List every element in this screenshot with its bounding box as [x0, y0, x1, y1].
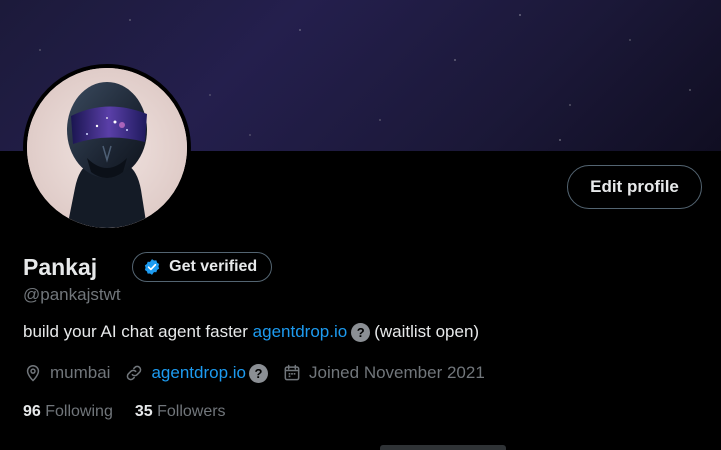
- followers-label: Followers: [157, 403, 226, 420]
- display-name: Pankaj: [23, 253, 98, 280]
- bio-link[interactable]: agentdrop.io: [253, 322, 348, 342]
- avatar-image: [27, 68, 187, 228]
- bio: build your AI chat agent faster agentdro…: [23, 322, 479, 342]
- link-icon: [124, 363, 144, 383]
- bio-suffix: (waitlist open): [374, 322, 480, 341]
- username-handle: @pankajstwt: [23, 285, 121, 304]
- joined-date: Joined November 2021: [309, 363, 485, 382]
- name-row: Pankaj Get verified: [23, 250, 273, 284]
- followers-count: 35: [134, 403, 153, 420]
- website-item: agentdrop.io?: [124, 363, 268, 383]
- calendar-icon: [282, 363, 302, 383]
- bio-text: build your AI chat agent faster: [23, 322, 248, 341]
- link-info-icon[interactable]: ?: [351, 322, 371, 342]
- get-verified-button[interactable]: Get verified: [132, 252, 273, 282]
- location-pin-icon: [23, 363, 43, 383]
- joined-item: Joined November 2021: [282, 363, 485, 383]
- following-link[interactable]: 96 Following: [23, 403, 113, 421]
- avatar[interactable]: [23, 64, 191, 232]
- website-info-icon[interactable]: ?: [249, 363, 268, 383]
- following-count: 96: [23, 403, 41, 420]
- location-item: mumbai: [23, 363, 110, 383]
- location-text: mumbai: [50, 363, 111, 382]
- profile-meta: mumbai agentdrop.io? Joined November 202…: [23, 363, 499, 383]
- get-verified-label: Get verified: [169, 258, 258, 275]
- verified-badge-icon: [145, 259, 160, 275]
- following-label: Following: [45, 403, 113, 420]
- follow-stats: 96 Following 35 Followers: [23, 403, 248, 421]
- followers-link[interactable]: 35 Followers: [135, 403, 226, 421]
- tab-bar-edge: [380, 445, 506, 450]
- website-link[interactable]: agentdrop.io: [151, 363, 246, 383]
- edit-profile-button[interactable]: Edit profile: [567, 165, 702, 209]
